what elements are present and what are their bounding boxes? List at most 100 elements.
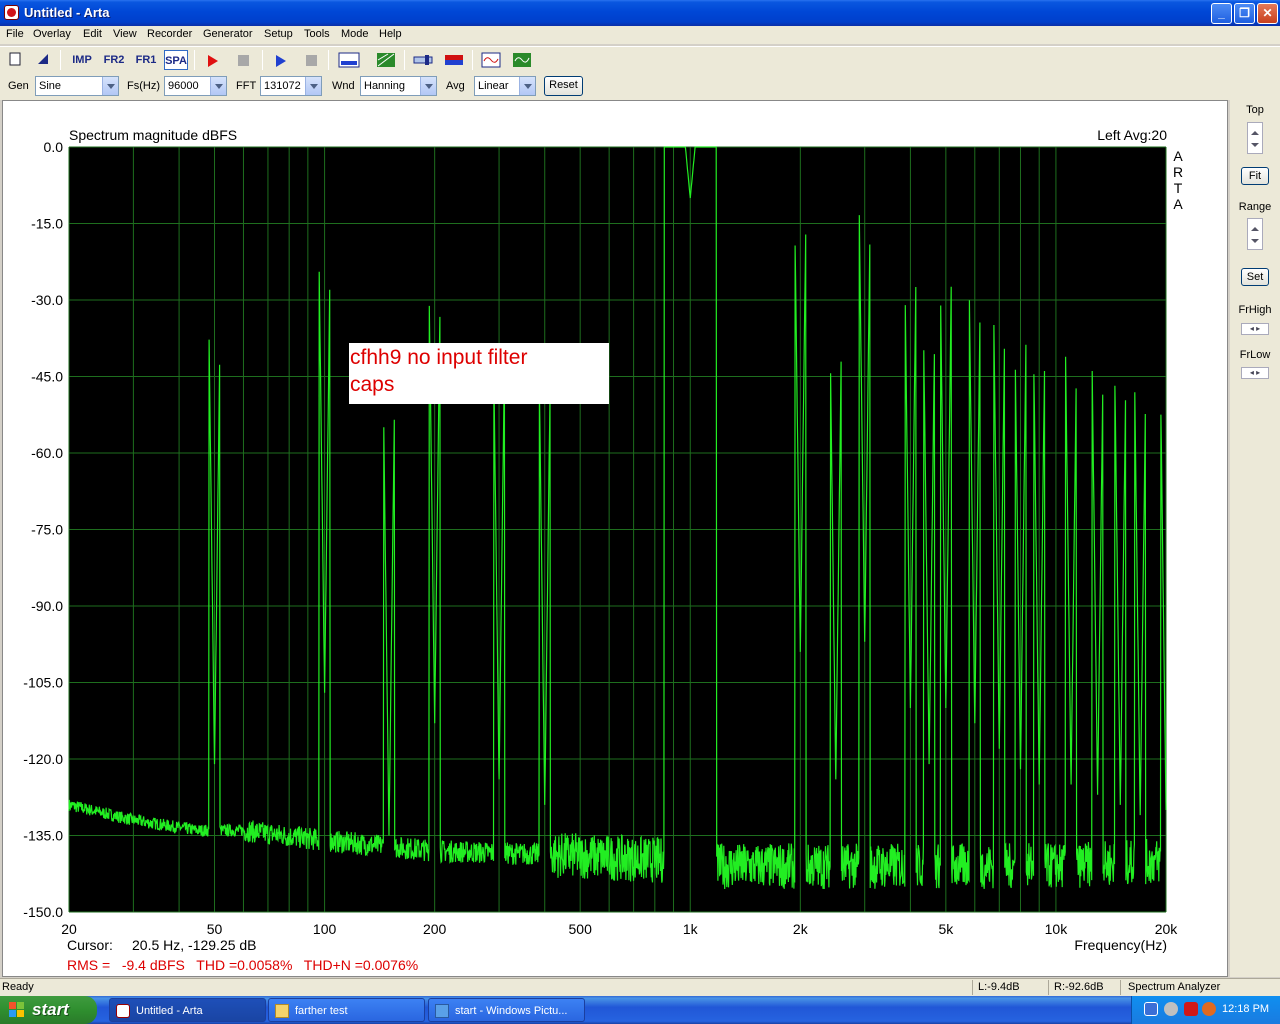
top-spinner[interactable] xyxy=(1247,122,1263,154)
y-tick-label: -60.0 xyxy=(31,445,63,461)
window-select[interactable]: Hanning xyxy=(360,76,437,96)
fft-select[interactable]: 131072 xyxy=(260,76,322,96)
stop-icon[interactable] xyxy=(306,55,317,66)
task-picture-viewer-label: start - Windows Pictu... xyxy=(455,1005,568,1017)
menu-edit[interactable]: Edit xyxy=(83,28,102,40)
menu-help[interactable]: Help xyxy=(379,28,402,40)
chevron-down-icon[interactable] xyxy=(519,77,535,95)
menu-setup[interactable]: Setup xyxy=(264,28,293,40)
wnd-label: Wnd xyxy=(332,80,355,92)
window-title: Untitled - Arta xyxy=(24,5,110,20)
toolbar-separator xyxy=(472,50,473,70)
avg-label: Avg xyxy=(446,80,465,92)
chevron-down-icon[interactable] xyxy=(210,77,226,95)
volume-icon[interactable] xyxy=(1164,1002,1178,1016)
gen-select[interactable]: Sine xyxy=(35,76,119,96)
windows-logo-icon xyxy=(9,1002,25,1018)
set-button[interactable]: Set xyxy=(1241,268,1269,286)
start-label: start xyxy=(32,1000,69,1019)
x-tick-label: 2k xyxy=(793,921,809,937)
menu-mode[interactable]: Mode xyxy=(341,28,369,40)
status-divider xyxy=(972,980,973,995)
new-icon[interactable] xyxy=(8,52,22,66)
range-spinner[interactable] xyxy=(1247,218,1263,250)
minimize-button[interactable]: _ xyxy=(1211,3,1232,24)
fit-button[interactable]: Fit xyxy=(1241,167,1269,185)
chevron-down-icon[interactable] xyxy=(102,77,118,95)
grid-icon[interactable] xyxy=(376,52,396,68)
x-tick-label: 20 xyxy=(61,921,77,937)
play-icon[interactable] xyxy=(276,55,286,67)
antivirus-icon[interactable] xyxy=(1202,1002,1216,1016)
start-button[interactable]: start xyxy=(0,996,97,1024)
frlow-spinner[interactable]: ◂ ▸ xyxy=(1241,367,1269,379)
spectrum-chart[interactable]: Spectrum magnitude dBFS Left Avg:20 0.0 -… xyxy=(3,101,1229,978)
y-tick-label: -120.0 xyxy=(23,751,63,767)
status-ready: Ready xyxy=(2,981,34,993)
x-tick-label: 20k xyxy=(1155,921,1179,937)
avg-select[interactable]: Linear xyxy=(474,76,536,96)
chevron-down-icon[interactable] xyxy=(420,77,436,95)
fr2-mode-button[interactable]: FR2 xyxy=(102,50,126,70)
y-tick-label: -75.0 xyxy=(31,522,63,538)
fft-select-value: 131072 xyxy=(264,80,301,92)
cursor-readout: 20.5 Hz, -129.25 dB xyxy=(132,937,257,953)
brand-letter: A xyxy=(1173,148,1183,164)
menu-view[interactable]: View xyxy=(113,28,137,40)
network-icon[interactable] xyxy=(1144,1002,1158,1016)
title-bar: Untitled - Arta _ ❐ ✕ xyxy=(0,0,1280,26)
fs-label: Fs(Hz) xyxy=(127,80,160,92)
spa-mode-button[interactable]: SPA xyxy=(164,50,188,70)
gen-label: Gen xyxy=(8,80,29,92)
open-icon[interactable] xyxy=(36,52,50,66)
impulse-mode-button[interactable]: IMP xyxy=(70,50,94,70)
menu-generator[interactable]: Generator xyxy=(203,28,253,40)
y-tick-label: -135.0 xyxy=(23,828,63,844)
status-mode: Spectrum Analyzer xyxy=(1128,981,1221,993)
x-tick-label: 1k xyxy=(683,921,699,937)
close-button[interactable]: ✕ xyxy=(1257,3,1278,24)
generator-icon[interactable] xyxy=(481,52,501,68)
stop-icon[interactable] xyxy=(238,55,249,66)
taskbar: start Untitled - Arta farther test start… xyxy=(0,996,1280,1024)
menu-file[interactable]: File xyxy=(6,28,24,40)
arta-app-icon[interactable] xyxy=(4,5,19,20)
menu-overlay[interactable]: Overlay xyxy=(33,28,71,40)
annotation-line-1: cfhh9 no input filter xyxy=(350,346,527,369)
menu-recorder[interactable]: Recorder xyxy=(147,28,192,40)
clock: 12:18 PM xyxy=(1222,1003,1270,1015)
brand-letter: T xyxy=(1174,180,1183,196)
task-folder-label: farther test xyxy=(295,1005,348,1017)
annotation-line-2: caps xyxy=(350,373,394,396)
x-tick-label: 50 xyxy=(207,921,223,937)
frhigh-spinner[interactable]: ◂ ▸ xyxy=(1241,323,1269,335)
x-tick-label: 500 xyxy=(569,921,593,937)
scope-icon[interactable] xyxy=(512,52,532,68)
abc-icon[interactable] xyxy=(338,52,360,68)
chevron-down-icon[interactable] xyxy=(305,77,321,95)
y-tick-label: -105.0 xyxy=(23,675,63,691)
menu-tools[interactable]: Tools xyxy=(304,28,330,40)
fr1-mode-button[interactable]: FR1 xyxy=(134,50,158,70)
reset-button[interactable]: Reset xyxy=(544,76,583,96)
task-picture-viewer[interactable]: start - Windows Pictu... xyxy=(428,998,585,1022)
x-axis-label: Frequency(Hz) xyxy=(1074,937,1167,953)
security-shield-icon[interactable] xyxy=(1184,1002,1198,1016)
left-level: L:-9.4dB xyxy=(978,981,1020,993)
task-folder[interactable]: farther test xyxy=(268,998,425,1022)
toolbar-separator xyxy=(194,50,195,70)
maximize-button[interactable]: ❐ xyxy=(1234,3,1255,24)
gen-select-value: Sine xyxy=(39,80,62,92)
status-divider xyxy=(1048,980,1049,995)
record-icon[interactable] xyxy=(208,55,218,67)
range-label: Range xyxy=(1238,201,1272,213)
fs-select[interactable]: 96000 xyxy=(164,76,227,96)
arta-brand-letters: A R T A xyxy=(1173,148,1183,212)
task-arta[interactable]: Untitled - Arta xyxy=(109,998,266,1022)
color-bar-icon[interactable] xyxy=(444,53,464,67)
frhigh-label: FrHigh xyxy=(1238,304,1272,316)
y-tick-label: -30.0 xyxy=(31,292,63,308)
meter-icon[interactable] xyxy=(413,53,433,67)
channel-info: Left Avg:20 xyxy=(1097,127,1167,143)
brand-letter: A xyxy=(1173,196,1183,212)
